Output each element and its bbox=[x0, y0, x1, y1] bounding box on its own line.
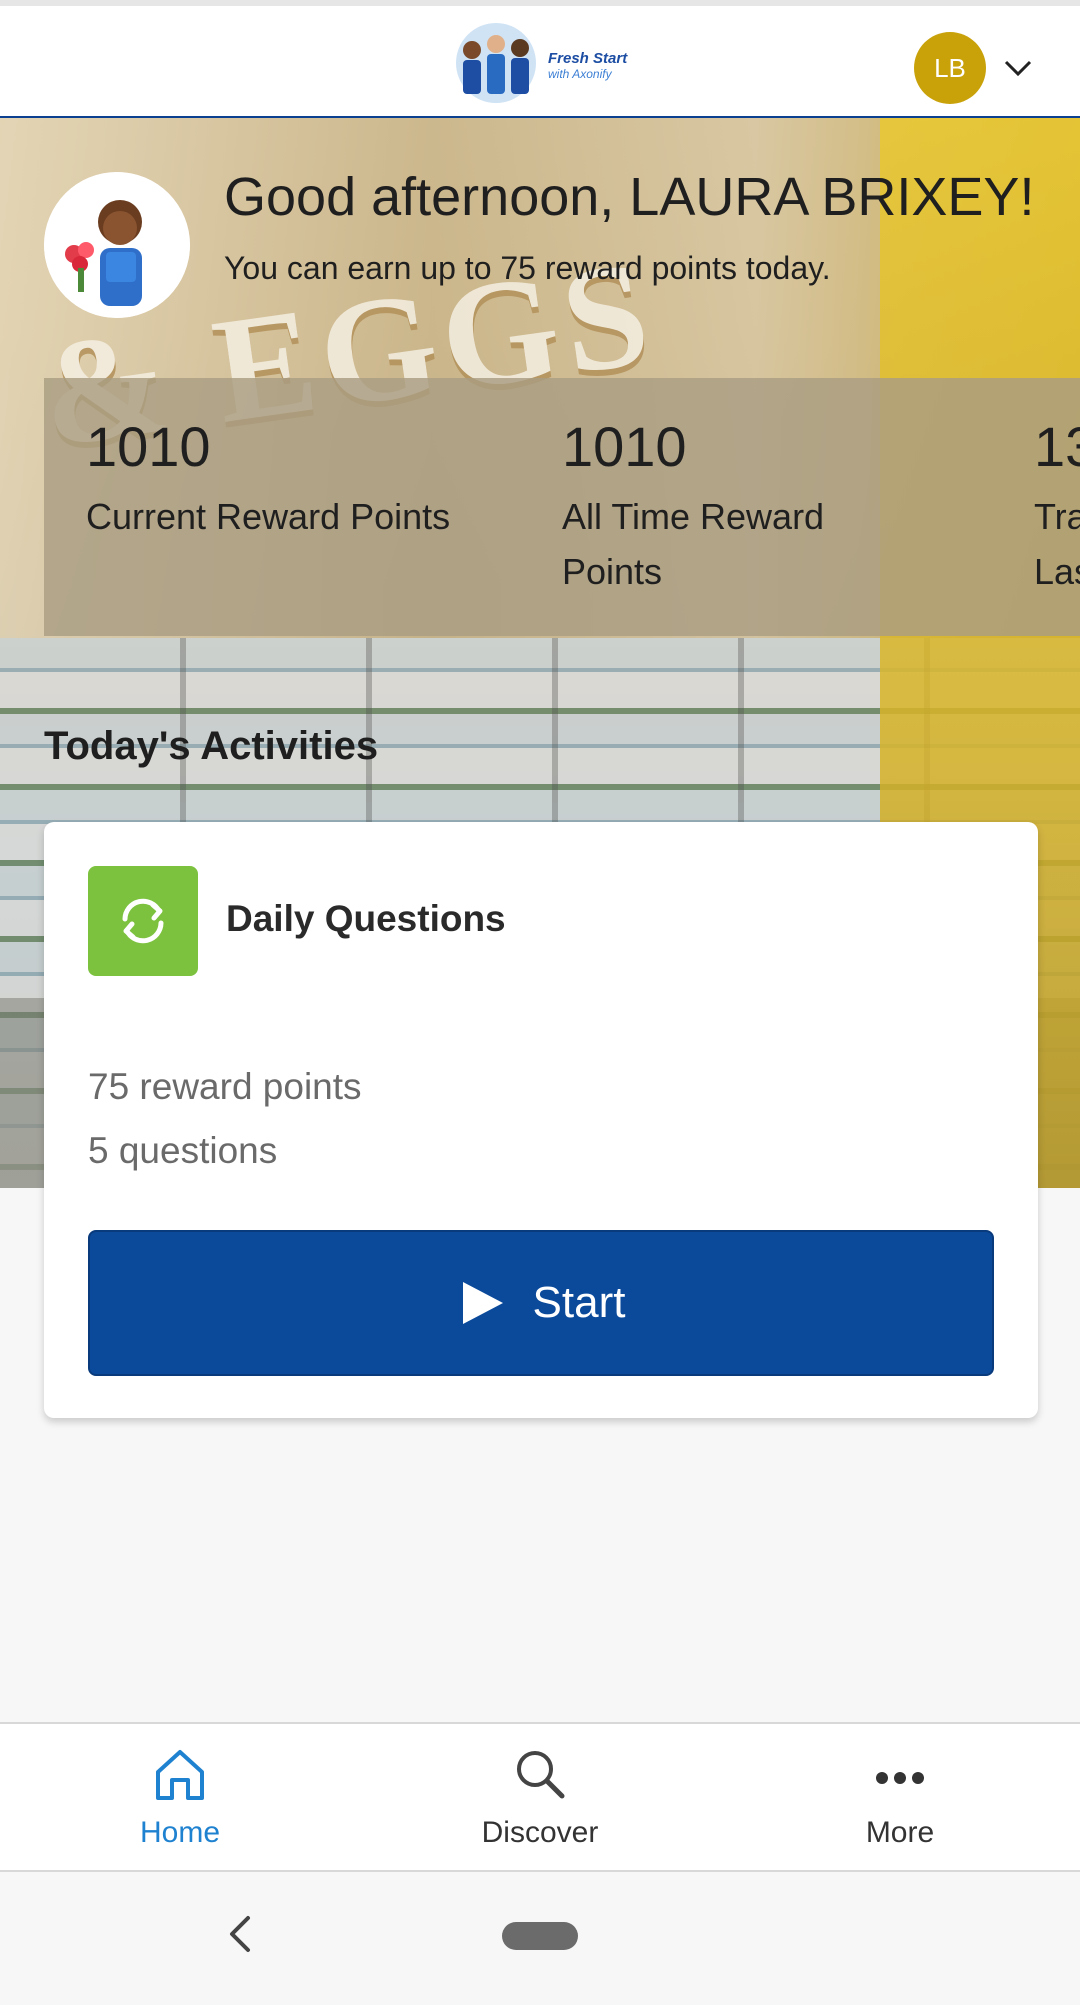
stat-value: 1010 bbox=[86, 415, 211, 478]
back-icon[interactable] bbox=[222, 1912, 258, 1956]
activity-icon-tile bbox=[88, 866, 198, 976]
stat-partial: 13 Tra Las bbox=[1034, 414, 1080, 599]
search-icon bbox=[517, 1751, 565, 1799]
nav-label: More bbox=[865, 1816, 935, 1849]
section-title: Today's Activities bbox=[44, 724, 379, 768]
stat-label: Current Reward Points bbox=[86, 489, 450, 544]
activity-question-count: 5 questions bbox=[88, 1130, 278, 1171]
stat-label: All Time Reward Points bbox=[562, 489, 902, 599]
activity-reward-points: 75 reward points bbox=[88, 1066, 362, 1107]
logo-title: Fresh Start bbox=[548, 50, 628, 67]
greeting-title: Good afternoon, LAURA BRIXEY! bbox=[224, 167, 1035, 227]
character-avatar-icon bbox=[44, 172, 190, 318]
bottom-nav: Home Discover More bbox=[0, 1722, 1080, 1872]
stat-current-points: 1010 Current Reward Points bbox=[86, 414, 450, 544]
stat-label-line1: All Time Reward bbox=[562, 496, 825, 537]
stats-carousel[interactable]: 1010 Current Reward Points 1010 All Time… bbox=[44, 378, 1080, 636]
refresh-icon bbox=[122, 898, 164, 944]
stat-value: 1010 bbox=[562, 415, 687, 478]
nav-item-home[interactable]: Home bbox=[80, 1744, 280, 1850]
logo-subtitle: with Axonify bbox=[548, 67, 612, 81]
nav-label: Discover bbox=[481, 1816, 599, 1849]
play-icon bbox=[462, 1282, 503, 1324]
top-bar: Fresh Start with Axonify LB bbox=[0, 0, 1080, 118]
home-icon bbox=[156, 1750, 204, 1800]
nav-item-discover[interactable]: Discover bbox=[440, 1744, 640, 1850]
start-button-label: Start bbox=[532, 1278, 626, 1327]
start-button[interactable]: Start bbox=[88, 1230, 994, 1376]
stat-label-line2: Points bbox=[562, 551, 663, 592]
nav-label: Home bbox=[139, 1816, 221, 1849]
stat-label-line2: Las bbox=[1034, 551, 1080, 592]
profile-image[interactable] bbox=[44, 172, 190, 318]
activity-card[interactable]: Daily Questions 75 reward points 5 quest… bbox=[44, 822, 1038, 1418]
stat-label-line1: Current Reward Points bbox=[86, 496, 451, 537]
stat-value: 13 bbox=[1034, 415, 1080, 478]
greeting-subtitle: You can earn up to 75 reward points toda… bbox=[224, 250, 831, 286]
app-logo[interactable]: Fresh Start with Axonify bbox=[448, 20, 638, 106]
home-pill[interactable] bbox=[502, 1922, 578, 1950]
stat-label-line1: Tra bbox=[1034, 496, 1080, 537]
system-nav-bar bbox=[0, 1874, 1080, 2005]
more-icon bbox=[876, 1772, 924, 1784]
user-avatar[interactable]: LB bbox=[914, 32, 986, 104]
chevron-down-icon[interactable] bbox=[1000, 50, 1036, 86]
logo-mascots-icon bbox=[456, 23, 536, 103]
activity-title: Daily Questions bbox=[226, 898, 506, 939]
nav-item-more[interactable]: More bbox=[800, 1744, 1000, 1850]
stat-all-time-points: 1010 All Time Reward Points bbox=[562, 414, 902, 599]
app-root: Fresh Start with Axonify LB & EGGS Good bbox=[0, 0, 1080, 2005]
stat-label: Tra Las bbox=[1034, 489, 1080, 599]
